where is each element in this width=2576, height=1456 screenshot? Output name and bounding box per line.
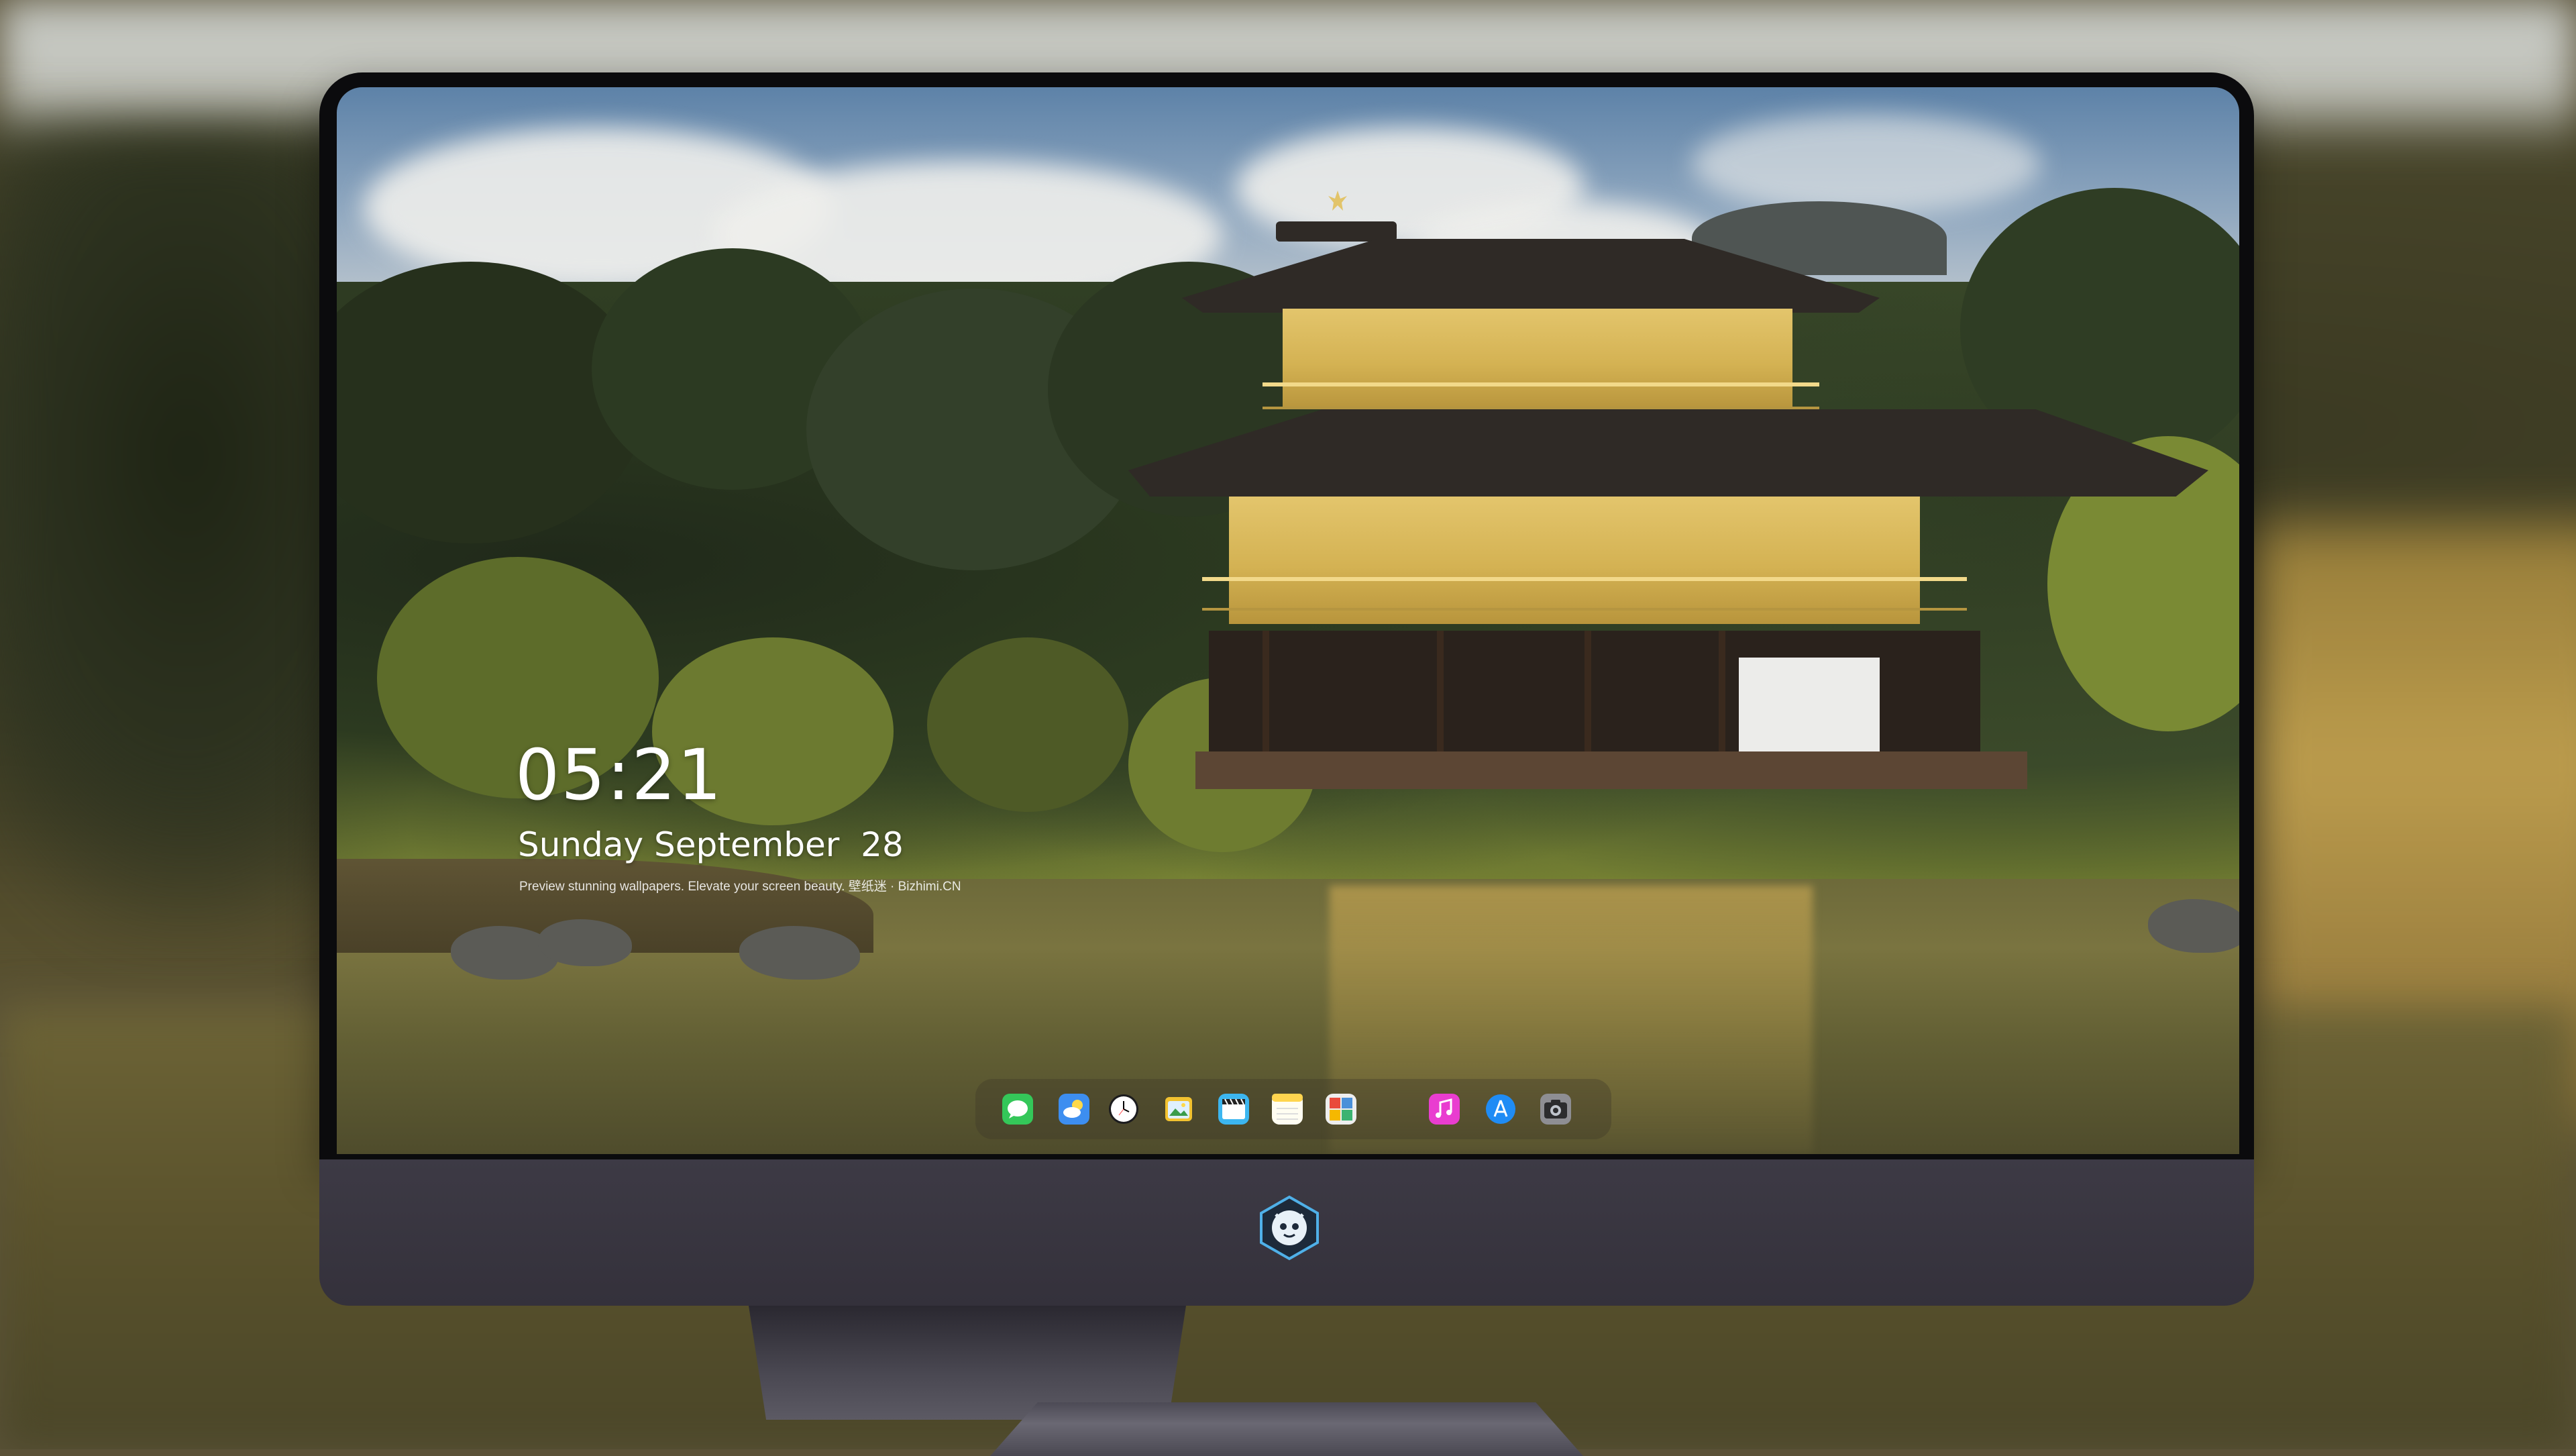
lock-screen-time: 05:21 [515,734,723,816]
monitor-stand-base [990,1402,1583,1456]
tree [927,637,1128,812]
clock-icon[interactable] [1104,1090,1143,1129]
notes-icon[interactable] [1268,1090,1307,1129]
middle-railing [1202,577,1967,611]
preview-icon[interactable] [1159,1090,1198,1129]
app-store-icon[interactable] [1481,1090,1520,1129]
camera-icon[interactable] [1536,1090,1575,1129]
lock-screen-date: Sunday September 28 [518,825,904,864]
bizhimi-logo-icon [1260,1195,1319,1261]
music-icon[interactable] [1425,1090,1464,1129]
veranda [1195,751,2027,789]
middle-roof [1128,409,2208,497]
golden-pavilion [1128,188,2239,953]
upper-railing [1263,382,1819,409]
ground-floor-screen [1739,658,1880,765]
messages-icon[interactable] [998,1090,1037,1129]
monitor: 05:21 Sunday September 28 Preview stunni… [319,72,2254,1420]
lock-screen-tagline: Preview stunning wallpapers. Elevate you… [519,880,961,894]
photo-booth-icon[interactable] [1322,1090,1360,1129]
clips-icon[interactable] [1214,1090,1253,1129]
wallpaper [337,87,2239,1154]
roof-top [1276,221,1397,242]
weather-icon[interactable] [1055,1090,1093,1129]
phoenix-ornament [1328,191,1347,211]
upper-roof [1182,239,1880,313]
dock [975,1079,1611,1139]
lock-screen[interactable]: 05:21 Sunday September 28 Preview stunni… [337,87,2239,1154]
